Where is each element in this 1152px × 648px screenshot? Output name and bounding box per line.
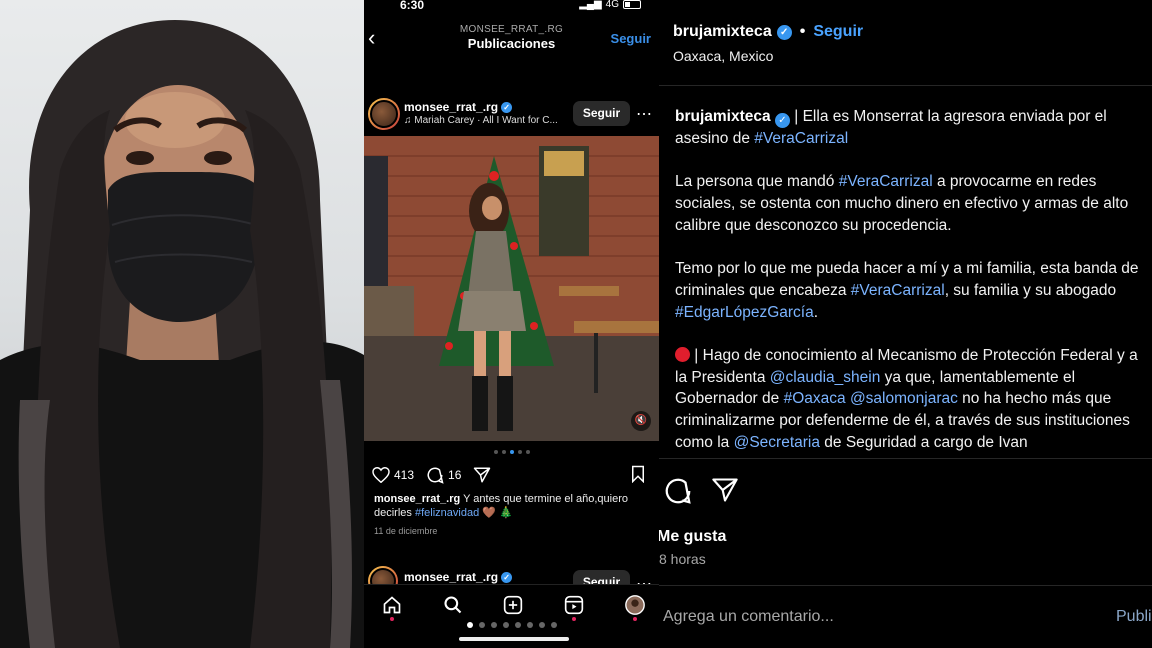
caption-text: . [813,303,819,321]
signal-icon: ▂▄▆ [579,0,602,10]
caption-username[interactable]: monsee_rrat_.rg [374,493,460,505]
battery-icon [623,0,641,9]
caption-emoji: 🤎 🎄 [482,507,513,519]
notification-dot [390,617,394,621]
caption-paragraph: Temo por lo que me pueda hacer a mí y a … [675,258,1151,323]
post-date: 11 de diciembre [374,526,438,536]
caption-text: La persona que mandó [675,173,839,191]
divider [659,458,1152,459]
status-indicators: ▂▄▆ 4G [579,0,641,10]
divider [659,585,1152,586]
post-location[interactable]: Oaxaca, Mexico [673,48,773,64]
verified-icon: ✓ [501,101,513,113]
reels-icon[interactable] [562,593,586,617]
hashtag-link[interactable]: #Oaxaca [784,390,846,407]
comment-button[interactable]: 16 [426,466,461,484]
caption-hashtag[interactable]: #feliznavidad [415,507,479,519]
mention-link[interactable]: @claudia_shein [770,369,881,386]
bookmark-icon [632,465,644,484]
post-image[interactable]: 🔇 [364,136,659,441]
comment-count: 16 [448,468,462,482]
red-circle-icon [675,346,690,362]
likes-label[interactable]: Me gusta [659,528,726,546]
like-count: 413 [394,468,415,482]
post-username-text: monsee_rrat_.rg [404,570,499,584]
bookmark-button[interactable] [630,465,646,486]
comment-input[interactable]: Agrega un comentario... [663,608,834,626]
home-indicator [459,637,569,641]
hashtag-link[interactable]: #EdgarLópezGarcía [675,304,814,321]
comment-icon [427,467,444,484]
author-username[interactable]: brujamixteca [673,23,772,41]
post-detail-header: brujamixteca ✓ • Seguir Oaxaca, Mexico [659,0,1152,86]
status-bar: 6:30 ▂▄▆ 4G [364,0,659,14]
separator-dot: • [799,23,806,40]
network-label: 4G [605,0,619,10]
page-indicator [364,622,659,628]
verified-icon: ✓ [501,571,513,583]
caption-text: de Seguridad a cargo de Ivan [819,433,1028,451]
caption-username[interactable]: brujamixteca [675,108,771,125]
caption-paragraph: La persona que mandó #VeraCarrizal a pro… [675,171,1151,236]
search-icon[interactable] [441,593,465,617]
posts-header: ‹ MONSEE_RRAT_.RG Publicaciones Seguir [364,20,659,54]
comment-button[interactable] [663,476,693,506]
next-post-header: monsee_rrat_.rg ✓ Seguir ⋯ [364,566,659,596]
share-icon [712,478,738,502]
music-label[interactable]: ♫ Mariah Carey · All I Want for C... [404,115,558,126]
more-icon[interactable]: ⋯ [636,104,653,124]
hashtag-link[interactable]: #VeraCarrizal [839,173,933,190]
caption-paragraph: brujamixteca ✓ | Ella es Monserrat la ag… [675,106,1151,150]
post-header: monsee_rrat_.rg ✓ ♫ Mariah Carey · All I… [364,96,659,132]
bottom-tab-bar [364,584,659,648]
speaker-illustration [0,20,364,648]
phone-screen: 6:30 ▂▄▆ 4G ‹ MONSEE_RRAT_.RG Publicacio… [364,0,659,648]
share-button[interactable] [473,466,491,484]
comment-icon [665,478,691,504]
notification-dot [572,617,576,621]
verified-icon: ✓ [774,113,790,128]
profile-icon[interactable] [623,593,647,617]
share-icon [474,467,491,483]
caption-paragraph: | Hago de conocimiento al Mecanismo de P… [675,345,1151,454]
publish-button[interactable]: Publi [1116,608,1152,626]
verified-icon: ✓ [776,24,792,40]
carousel-indicator [364,450,659,454]
author-row: brujamixteca ✓ • Seguir [673,23,863,41]
like-button[interactable]: 413 [372,467,414,483]
home-icon[interactable] [380,593,404,617]
post-caption: monsee_rrat_.rg Y antes que termine el a… [374,492,654,520]
follow-button[interactable]: Seguir [573,101,630,126]
post-caption-body: brujamixteca ✓ | Ella es Monserrat la ag… [675,106,1151,456]
avatar[interactable] [368,98,400,130]
follow-button-top[interactable]: Seguir [611,31,651,46]
post-actions: 413 16 [372,464,652,486]
mention-link[interactable]: @salomonjarac [850,390,958,407]
post-username[interactable]: monsee_rrat_.rg ✓ [404,100,513,114]
post-detail-actions [663,476,739,506]
hashtag-link[interactable]: #VeraCarrizal [851,282,945,299]
notification-dot [633,617,637,621]
status-time: 6:30 [400,0,425,12]
video-frame-speaker [0,0,364,648]
follow-button[interactable]: Seguir [813,23,863,41]
post-detail-panel: brujamixteca ✓ • Seguir Oaxaca, Mexico b… [659,0,1152,648]
post-time: 8 horas [659,551,706,567]
create-icon[interactable] [501,593,525,617]
caption-text: , su familia y su abogado [944,281,1117,299]
post-photo-scene [364,136,659,441]
mention-link[interactable]: @Secretaria [734,434,820,451]
hashtag-link[interactable]: #VeraCarrizal [754,130,848,147]
post-username[interactable]: monsee_rrat_.rg ✓ [404,570,513,584]
share-button[interactable] [711,476,739,506]
mute-icon[interactable]: 🔇 [631,411,651,431]
heart-icon [372,467,390,483]
post-username-text: monsee_rrat_.rg [404,100,499,114]
